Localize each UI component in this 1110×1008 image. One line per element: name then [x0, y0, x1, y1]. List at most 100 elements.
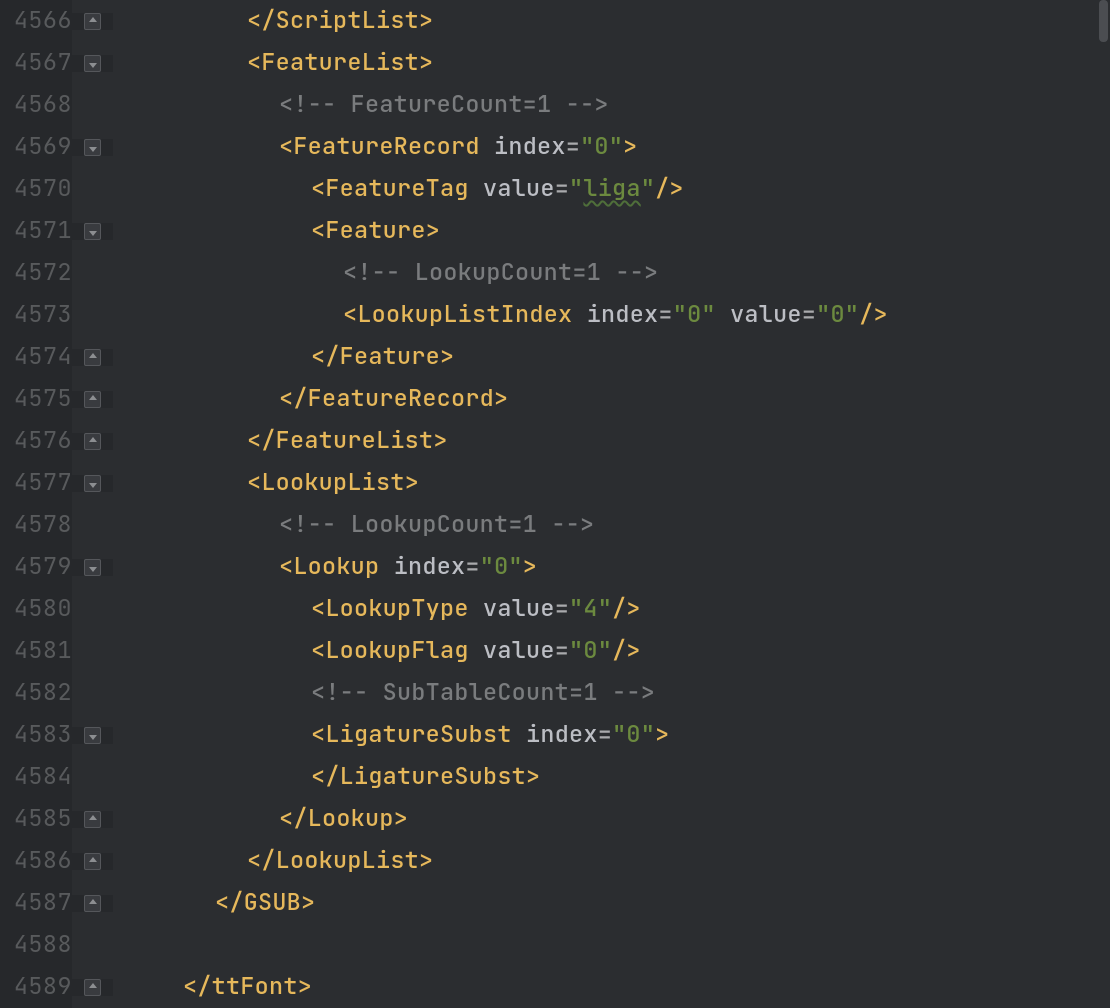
code-content[interactable]: </ttFont>	[113, 966, 1110, 1008]
code-line[interactable]: 4585</Lookup>	[0, 798, 1110, 840]
token-q: "	[612, 719, 626, 750]
fold-toggle-open-icon[interactable]	[84, 55, 101, 72]
fold-gutter	[72, 475, 113, 492]
code-content[interactable]: </LookupList>	[113, 840, 1110, 882]
token-q: "	[609, 131, 623, 162]
code-content[interactable]: </FeatureRecord>	[113, 378, 1110, 420]
code-content[interactable]	[113, 924, 1110, 966]
fold-gutter	[72, 979, 113, 996]
code-line[interactable]: 4584</LigatureSubst>	[0, 756, 1110, 798]
code-line[interactable]: 4571<Feature>	[0, 210, 1110, 252]
fold-toggle-close-icon[interactable]	[84, 433, 101, 450]
token-eq: =	[658, 299, 672, 330]
scrollbar-thumb[interactable]	[1099, 0, 1108, 42]
code-line[interactable]: 4578<!-- LookupCount=1 -->	[0, 504, 1110, 546]
fold-toggle-close-icon[interactable]	[84, 895, 101, 912]
code-line[interactable]: 4575</FeatureRecord>	[0, 378, 1110, 420]
token-q: "	[641, 719, 655, 750]
fold-toggle-open-icon[interactable]	[84, 139, 101, 156]
code-line[interactable]: 4569<FeatureRecord index="0">	[0, 126, 1110, 168]
code-content[interactable]: <FeatureRecord index="0">	[113, 126, 1110, 168]
code-line[interactable]: 4572<!-- LookupCount=1 -->	[0, 252, 1110, 294]
token-bkt: >	[623, 131, 637, 162]
code-line[interactable]: 4589</ttFont>	[0, 966, 1110, 1008]
code-content[interactable]: <!-- LookupCount=1 -->	[113, 252, 1110, 294]
code-line[interactable]: 4582 <!-- SubTableCount=1 -->	[0, 672, 1110, 714]
fold-toggle-close-icon[interactable]	[84, 13, 101, 30]
code-content[interactable]: <LookupListIndex index="0" value="0"/>	[113, 294, 1110, 336]
token-bkt: <	[311, 593, 325, 624]
code-content[interactable]: <LookupList>	[113, 462, 1110, 504]
code-line[interactable]: 4573<LookupListIndex index="0" value="0"…	[0, 294, 1110, 336]
token-bkt: </	[311, 341, 340, 372]
fold-toggle-close-icon[interactable]	[84, 811, 101, 828]
fold-gutter	[72, 853, 113, 870]
token-bkt: />	[612, 593, 641, 624]
token-bkt: </	[247, 425, 276, 456]
code-line[interactable]: 4586</LookupList>	[0, 840, 1110, 882]
code-line[interactable]: 4566 </ScriptList>	[0, 0, 1110, 42]
line-number: 4566	[0, 0, 72, 42]
code-content[interactable]: </GSUB>	[113, 882, 1110, 924]
code-content[interactable]: </FeatureList>	[113, 420, 1110, 462]
code-line[interactable]: 4570<FeatureTag value="liga"/>	[0, 168, 1110, 210]
token-bkt: >	[655, 719, 669, 750]
code-content[interactable]: <FeatureTag value="liga"/>	[113, 168, 1110, 210]
token-bkt: >	[440, 341, 454, 372]
token-txt	[469, 173, 483, 204]
token-bkt: </	[183, 971, 212, 1002]
fold-toggle-open-icon[interactable]	[84, 727, 101, 744]
vertical-scrollbar[interactable]	[1097, 0, 1110, 1008]
code-line[interactable]: 4588	[0, 924, 1110, 966]
code-content[interactable]: <LookupType value="4"/>	[113, 588, 1110, 630]
code-content[interactable]: <!-- LookupCount=1 -->	[113, 504, 1110, 546]
token-bkt: <	[311, 215, 325, 246]
token-attr: index	[587, 299, 659, 330]
fold-toggle-open-icon[interactable]	[84, 223, 101, 240]
fold-toggle-open-icon[interactable]	[84, 559, 101, 576]
fold-toggle-close-icon[interactable]	[84, 979, 101, 996]
fold-toggle-close-icon[interactable]	[84, 349, 101, 366]
fold-gutter	[72, 895, 113, 912]
token-tag: GSUB	[244, 887, 301, 918]
line-number: 4582	[0, 672, 72, 714]
code-content[interactable]: </Lookup>	[113, 798, 1110, 840]
code-content[interactable]: <Feature>	[113, 210, 1110, 252]
fold-toggle-open-icon[interactable]	[84, 475, 101, 492]
fold-gutter	[72, 727, 113, 744]
token-q: "	[598, 593, 612, 624]
code-line[interactable]: 4576</FeatureList>	[0, 420, 1110, 462]
code-content[interactable]: <FeatureList>	[113, 42, 1110, 84]
code-line[interactable]: 4574</Feature>	[0, 336, 1110, 378]
code-content[interactable]: </LigatureSubst>	[113, 756, 1110, 798]
code-content[interactable]: <!-- SubTableCount=1 -->	[113, 672, 1110, 714]
token-cmt: <!-- LookupCount=1 -->	[343, 257, 658, 288]
fold-toggle-close-icon[interactable]	[84, 391, 101, 408]
code-editor[interactable]: 4566 </ScriptList> 4567 <FeatureList>4568<!…	[0, 0, 1110, 1008]
token-txt	[469, 635, 483, 666]
line-number: 4567	[0, 42, 72, 84]
token-tag: FeatureRecord	[293, 131, 479, 162]
code-line[interactable]: 4567 <FeatureList>	[0, 42, 1110, 84]
code-line[interactable]: 4579<Lookup index="0">	[0, 546, 1110, 588]
code-content[interactable]: </Feature>	[113, 336, 1110, 378]
fold-gutter	[72, 55, 113, 72]
token-attr: value	[483, 593, 555, 624]
token-eq: =	[598, 719, 612, 750]
code-content[interactable]: <LigatureSubst index="0">	[113, 714, 1110, 756]
code-line[interactable]: 4583<LigatureSubst index="0">	[0, 714, 1110, 756]
code-content[interactable]: <!-- FeatureCount=1 -->	[113, 84, 1110, 126]
code-content[interactable]: <Lookup index="0">	[113, 546, 1110, 588]
token-tag: LookupFlag	[325, 635, 468, 666]
code-line[interactable]: 4577<LookupList>	[0, 462, 1110, 504]
token-q: "	[569, 635, 583, 666]
code-line[interactable]: 4581<LookupFlag value="0"/>	[0, 630, 1110, 672]
code-line[interactable]: 4580<LookupType value="4"/>	[0, 588, 1110, 630]
code-line[interactable]: 4568<!-- FeatureCount=1 -->	[0, 84, 1110, 126]
code-content[interactable]: </ScriptList>	[113, 0, 1110, 42]
fold-toggle-close-icon[interactable]	[84, 853, 101, 870]
code-line[interactable]: 4587</GSUB>	[0, 882, 1110, 924]
token-str: 0	[583, 635, 597, 666]
code-content[interactable]: <LookupFlag value="0"/>	[113, 630, 1110, 672]
fold-gutter	[72, 391, 113, 408]
